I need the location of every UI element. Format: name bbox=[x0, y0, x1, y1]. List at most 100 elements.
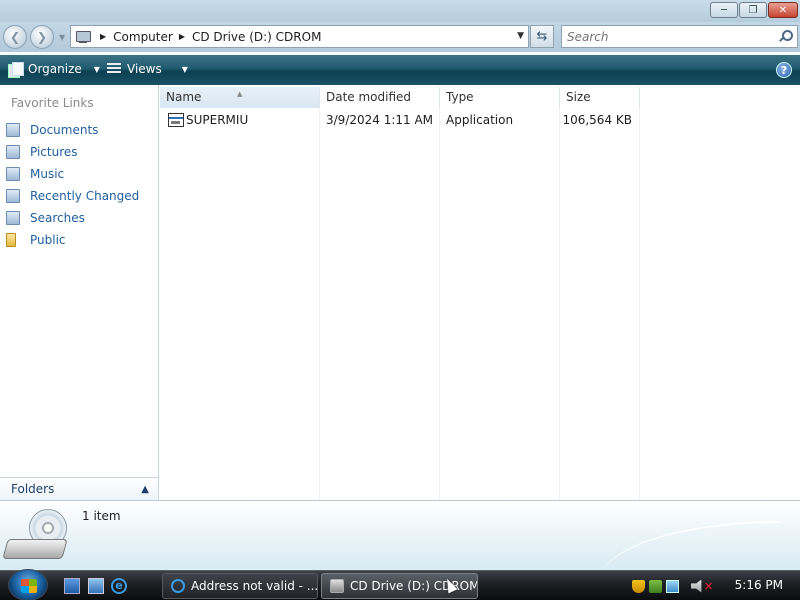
cd-drive-icon bbox=[330, 579, 344, 593]
column-header-name[interactable]: ▲ Name bbox=[160, 87, 320, 108]
minimize-button[interactable]: ─ bbox=[710, 2, 738, 18]
recently-changed-icon bbox=[6, 189, 20, 203]
address-dropdown-icon[interactable]: ▼ bbox=[517, 31, 524, 41]
system-tray: ✕ bbox=[632, 571, 723, 600]
organize-button[interactable]: Organize ▼ bbox=[8, 62, 100, 78]
file-name: SUPERMIU bbox=[186, 113, 249, 127]
security-shield-icon[interactable] bbox=[632, 579, 645, 593]
breadcrumb-separator-icon[interactable]: ▶ bbox=[179, 32, 185, 41]
computer-icon bbox=[74, 29, 94, 45]
breadcrumb-computer[interactable]: Computer bbox=[113, 30, 173, 44]
close-button[interactable]: ✕ bbox=[768, 2, 798, 18]
recent-pages-dropdown[interactable]: ▼ bbox=[59, 33, 65, 42]
maximize-button[interactable]: ❐ bbox=[739, 2, 767, 18]
views-icon bbox=[107, 63, 121, 75]
command-toolbar: Organize ▼ Views ▼ ? bbox=[0, 55, 800, 85]
favorite-link-label: Pictures bbox=[30, 145, 78, 159]
column-header-label: Type bbox=[446, 90, 474, 104]
taskbar-button-address-not-valid[interactable]: Address not valid - ... bbox=[162, 573, 318, 599]
network-icon[interactable] bbox=[666, 579, 679, 593]
documents-icon bbox=[6, 123, 20, 137]
favorite-link-label: Documents bbox=[30, 123, 99, 137]
maximize-icon: ❐ bbox=[748, 4, 758, 16]
window-controls: ─ ❐ ✕ bbox=[710, 2, 798, 18]
back-arrow-icon: ❮ bbox=[9, 30, 21, 44]
organize-label: Organize bbox=[28, 62, 82, 76]
close-icon: ✕ bbox=[778, 4, 788, 16]
refresh-button[interactable]: ⇆ bbox=[530, 25, 554, 48]
file-size: 106,564 KB bbox=[562, 113, 632, 127]
cd-drive-icon bbox=[2, 509, 71, 565]
favorite-link-label: Music bbox=[30, 167, 65, 181]
file-date-modified: 3/9/2024 1:11 AM bbox=[326, 113, 434, 127]
search-input[interactable] bbox=[567, 29, 767, 44]
internet-explorer-icon[interactable]: e bbox=[111, 578, 127, 594]
folders-label: Folders bbox=[11, 482, 55, 496]
show-desktop-icon[interactable] bbox=[64, 578, 80, 594]
chevron-up-icon: ▲ bbox=[141, 484, 149, 495]
favorite-link-searches[interactable]: Searches bbox=[6, 207, 139, 229]
column-divider bbox=[639, 108, 640, 500]
sort-ascending-icon: ▲ bbox=[237, 90, 243, 98]
favorite-link-label: Recently Changed bbox=[30, 189, 140, 203]
file-name-cell: SUPERMIU bbox=[168, 109, 248, 131]
back-button[interactable]: ❮ bbox=[3, 25, 27, 49]
search-box bbox=[561, 25, 798, 48]
navigation-pane: Favorite Links Documents Pictures Music … bbox=[0, 85, 159, 500]
address-bar[interactable]: ▶ Computer ▶ CD Drive (D:) CDROM ▼ bbox=[70, 25, 529, 48]
start-button[interactable] bbox=[8, 569, 48, 600]
folder-icon bbox=[6, 233, 16, 247]
address-row: ❮ ❯ ▼ ▶ Computer ▶ CD Drive (D:) CDROM ▼… bbox=[0, 22, 800, 52]
column-header-date-modified[interactable]: Date modified bbox=[320, 87, 440, 108]
breadcrumb-cd-drive[interactable]: CD Drive (D:) CDROM bbox=[192, 30, 321, 44]
favorite-link-documents[interactable]: Documents bbox=[6, 119, 139, 141]
column-divider bbox=[559, 108, 560, 500]
file-row[interactable]: SUPERMIU 3/9/2024 1:11 AM Application 10… bbox=[160, 109, 800, 131]
searches-icon bbox=[6, 211, 20, 225]
favorite-link-music[interactable]: Music bbox=[6, 163, 139, 185]
column-divider bbox=[439, 108, 440, 500]
taskbar: e Address not valid - ... CD Drive (D:) … bbox=[0, 569, 800, 600]
column-header-type[interactable]: Type bbox=[440, 87, 560, 108]
favorite-links-list: Documents Pictures Music Recently Change… bbox=[6, 119, 139, 251]
column-header-size[interactable]: Size bbox=[560, 87, 640, 108]
defender-icon[interactable] bbox=[649, 579, 662, 593]
favorite-link-label: Public bbox=[30, 233, 66, 247]
favorite-link-pictures[interactable]: Pictures bbox=[6, 141, 139, 163]
pictures-icon bbox=[6, 145, 20, 159]
application-icon bbox=[168, 113, 184, 127]
organize-icon bbox=[8, 62, 24, 78]
favorite-links-heading: Favorite Links bbox=[11, 96, 94, 110]
favorite-link-public[interactable]: Public bbox=[6, 229, 139, 251]
decorative-swoosh bbox=[600, 521, 780, 570]
column-header-label: Date modified bbox=[326, 90, 412, 104]
column-header-row: ▲ Name Date modified Type Size bbox=[160, 87, 800, 108]
file-list[interactable]: ▲ Name Date modified Type Size SUPERMIU … bbox=[160, 85, 800, 500]
volume-icon[interactable] bbox=[691, 579, 702, 593]
folders-toggle[interactable]: Folders ▲ bbox=[0, 477, 158, 500]
details-pane: 1 item bbox=[0, 500, 800, 570]
title-bar: ─ ❐ ✕ bbox=[0, 0, 800, 22]
clock[interactable]: 5:16 PM bbox=[735, 578, 783, 592]
favorite-link-recently-changed[interactable]: Recently Changed bbox=[6, 185, 139, 207]
file-type: Application bbox=[446, 113, 514, 127]
forward-button[interactable]: ❯ bbox=[30, 25, 54, 49]
column-divider bbox=[319, 108, 320, 500]
mute-icon: ✕ bbox=[704, 579, 714, 593]
taskbar-button-label: Address not valid - ... bbox=[191, 579, 318, 593]
chevron-down-icon: ▼ bbox=[93, 64, 100, 74]
internet-explorer-icon bbox=[171, 579, 185, 593]
breadcrumb-separator-icon[interactable]: ▶ bbox=[100, 32, 106, 41]
favorite-link-label: Searches bbox=[30, 211, 85, 225]
drive-body-shape bbox=[2, 539, 68, 559]
help-icon[interactable]: ? bbox=[776, 62, 792, 78]
search-icon[interactable] bbox=[779, 30, 793, 42]
refresh-icon: ⇆ bbox=[536, 29, 548, 44]
forward-arrow-icon: ❯ bbox=[36, 30, 48, 44]
item-count: 1 item bbox=[82, 509, 121, 523]
switch-windows-icon[interactable] bbox=[88, 578, 104, 594]
views-button[interactable]: Views ▼ bbox=[107, 62, 188, 76]
column-header-label: Name bbox=[166, 90, 202, 104]
taskbar-button-label: CD Drive (D:) CDROM bbox=[350, 579, 478, 593]
views-label: Views bbox=[127, 62, 162, 76]
